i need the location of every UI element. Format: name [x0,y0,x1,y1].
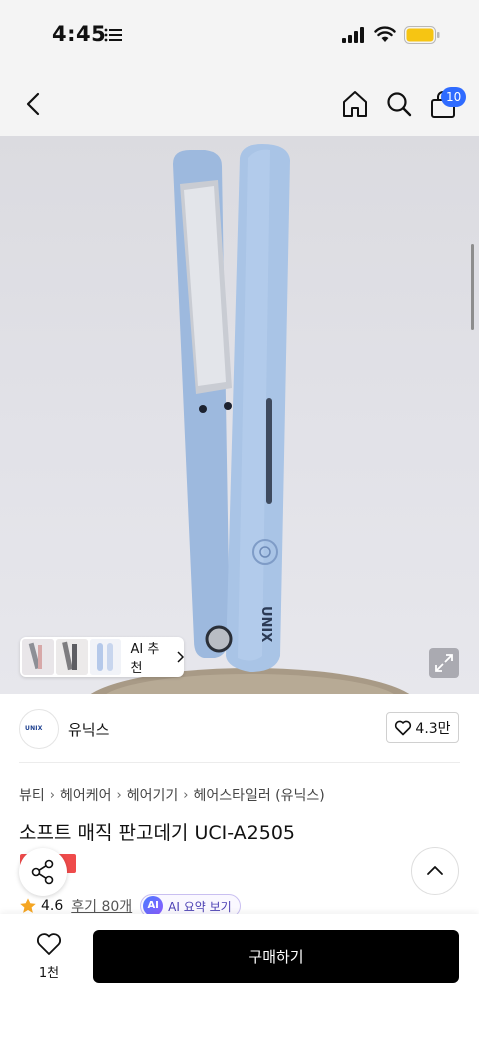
brand-row: UNIX 유닉스 4.3만 [0,694,479,762]
star-icon [20,898,36,913]
brand-like-count: 4.3만 [415,720,451,737]
status-time: 4:45 [52,22,107,46]
battery-icon [404,26,440,44]
ai-icon: AI [143,896,164,916]
product-image-gallery[interactable]: UNIX AI 추천 [0,136,479,694]
bottom-action-bar: 1천 구매하기 [0,914,479,1040]
ai-summary-label: AI 요약 보기 [168,899,232,914]
recommend-thumbnail [55,639,88,675]
heart-icon[interactable] [36,932,62,956]
share-button[interactable] [19,848,67,896]
chevron-right-icon [177,651,184,663]
wish-count: 1천 [38,966,60,981]
status-bar: 4:45 [0,0,479,70]
divider [19,762,460,763]
brand-like-button[interactable]: 4.3만 [386,712,459,743]
chevron-right-icon: › [183,787,189,803]
signal-icon [342,27,364,43]
breadcrumb-item[interactable]: 헤어기기 [127,785,179,805]
expand-image-button[interactable] [429,648,459,678]
review-count-link[interactable]: 후기 80개 [71,896,132,916]
back-icon[interactable] [20,90,48,118]
breadcrumb-item[interactable]: 뷰티 [19,785,45,805]
expand-icon [435,654,453,672]
scroll-indicator [471,244,474,330]
scroll-top-button[interactable] [411,847,459,895]
brand-logo-text: UNIX [25,725,43,732]
share-icon [31,859,54,885]
brand-logo[interactable]: UNIX [19,709,59,749]
search-icon[interactable] [385,90,413,118]
recommend-thumbnail [22,639,54,675]
breadcrumb-item[interactable]: 헤어스타일러 (유닉스) [193,785,324,805]
cart-count-badge: 10 [441,87,467,107]
heart-icon [395,720,412,735]
home-icon[interactable] [340,89,370,119]
recommend-thumbnail [89,639,122,675]
buy-button[interactable]: 구매하기 [93,930,459,983]
wifi-icon [374,26,396,42]
breadcrumb: 뷰티 › 헤어케어 › 헤어기기 › 헤어스타일러 (유닉스) [19,785,325,805]
nav-header: 10 [0,70,479,136]
chevron-up-icon [427,866,443,875]
product-image: UNIX [90,144,410,694]
chevron-right-icon: › [49,787,55,803]
breadcrumb-item[interactable]: 헤어케어 [60,785,112,805]
chevron-right-icon: › [116,787,122,803]
ai-recommend-button[interactable]: AI 추천 [20,637,184,677]
list-icon [104,28,122,42]
product-title: 소프트 매직 판고데기 UCI-A2505 [19,822,296,844]
ai-recommend-label: AI 추천 [130,642,160,676]
product-brand-mark: UNIX [258,606,273,642]
rating-value: 4.6 [41,898,64,914]
brand-name[interactable]: 유닉스 [68,719,109,740]
